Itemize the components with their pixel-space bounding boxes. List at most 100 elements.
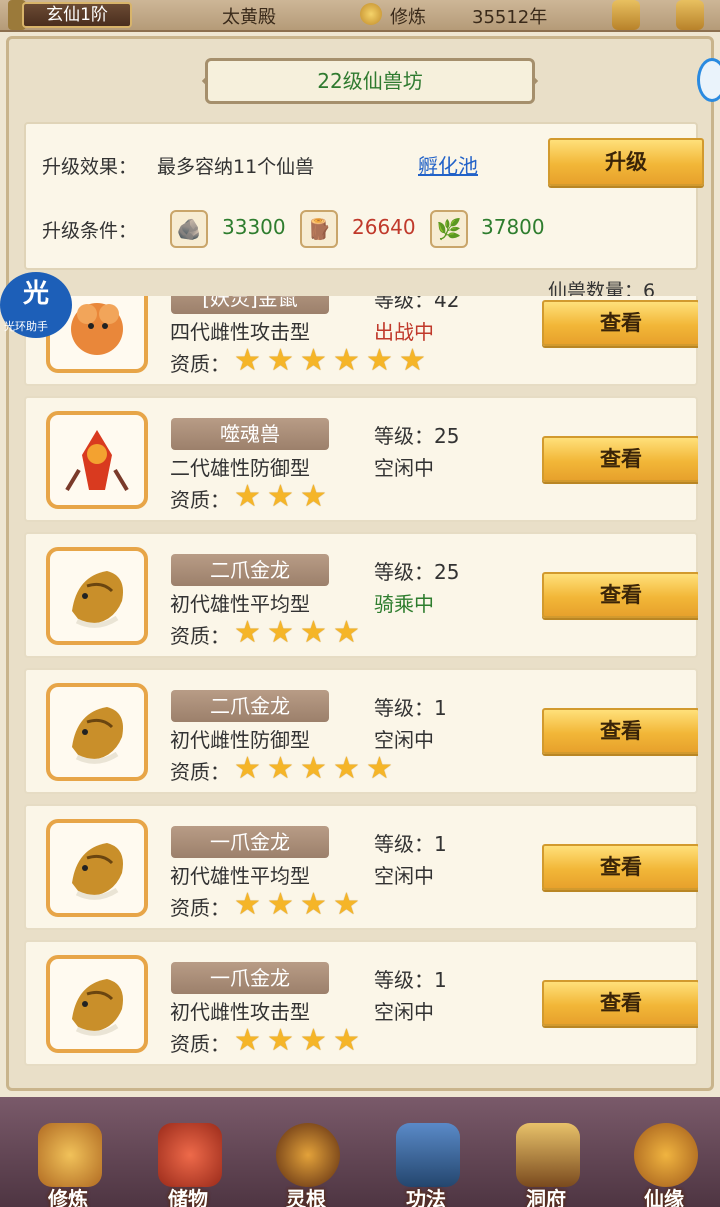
rank-badge: 玄仙1阶: [22, 2, 132, 28]
quality-label: 资质：: [170, 488, 230, 512]
nav-spirit-root[interactable]: 灵根: [256, 1101, 356, 1207]
quality-stars: ★ ★ ★ ★: [234, 1026, 366, 1056]
star-icon: ★: [234, 343, 261, 378]
star-icon: ★: [234, 1023, 261, 1058]
beast-name: [妖灵]金鼠: [171, 296, 329, 314]
herb-icon: 🌿: [430, 210, 468, 248]
bottom-navigation: 修炼 储物 灵根 功法 洞府 仙缘: [0, 1097, 720, 1207]
palace-icon: [516, 1123, 580, 1187]
stone-icon: 🪨: [170, 210, 208, 248]
beast-card: 二爪金龙 等级：1 初代雌性防御型 空闲中 资质： ★ ★ ★ ★ ★ 查看: [24, 668, 698, 794]
upgrade-effect-label: 升级效果：: [42, 156, 138, 178]
quality-label: 资质：: [170, 624, 230, 648]
spirit-root-icon: [276, 1123, 340, 1187]
monk-icon: [38, 1123, 102, 1187]
cultivation-icon: [360, 3, 382, 25]
star-icon: ★: [300, 479, 327, 514]
nav-skills[interactable]: 功法: [376, 1101, 476, 1207]
star-icon: ★: [234, 479, 261, 514]
star-icon: ★: [267, 1023, 294, 1058]
beast-level: 等级：1: [374, 696, 447, 720]
golden-dragon-icon: [46, 819, 148, 917]
beast-status: 空闲中: [374, 864, 434, 888]
beast-level: 等级：25: [374, 424, 460, 448]
beast-name: 二爪金龙: [171, 554, 329, 586]
gourd-icon: [634, 1123, 698, 1187]
view-button[interactable]: 查看: [542, 980, 698, 1026]
beast-description: 初代雌性防御型: [170, 728, 310, 752]
nav-cave-mansion[interactable]: 洞府: [496, 1101, 596, 1207]
beast-card: 噬魂兽 等级：25 二代雄性防御型 空闲中 资质： ★ ★ ★ 查看: [24, 396, 698, 522]
beast-card: 一爪金龙 等级：1 初代雌性攻击型 空闲中 资质： ★ ★ ★ ★ 查看: [24, 940, 698, 1066]
bag-icon: [158, 1123, 222, 1187]
beast-card: 二爪金龙 等级：25 初代雄性平均型 骑乘中 资质： ★ ★ ★ ★ 查看: [24, 532, 698, 658]
wood-icon: 🪵: [300, 210, 338, 248]
star-icon: ★: [300, 615, 327, 650]
beast-description: 初代雌性攻击型: [170, 1000, 310, 1024]
beast-status: 空闲中: [374, 1000, 434, 1024]
book-icon: [396, 1123, 460, 1187]
star-icon: ★: [366, 343, 393, 378]
star-icon: ★: [234, 751, 261, 786]
beast-description: 四代雌性攻击型: [170, 320, 310, 344]
nav-cultivate[interactable]: 修炼: [18, 1101, 118, 1207]
beast-status: 出战中: [374, 320, 434, 344]
beast-name: 一爪金龙: [171, 962, 329, 994]
quality-stars: ★ ★ ★ ★ ★: [234, 754, 399, 784]
quality-label: 资质：: [170, 1032, 230, 1056]
star-icon: ★: [333, 751, 360, 786]
nav-label: 功法: [406, 1187, 446, 1207]
view-button[interactable]: 查看: [542, 572, 698, 618]
star-icon: ★: [333, 887, 360, 922]
beast-level: 等级：1: [374, 968, 447, 992]
beast-description: 二代雄性防御型: [170, 456, 310, 480]
beast-status: 骑乘中: [374, 592, 434, 616]
beast-status: 空闲中: [374, 728, 434, 752]
lantern-icon: [612, 0, 640, 30]
star-icon: ★: [366, 751, 393, 786]
star-icon: ★: [267, 751, 294, 786]
beast-list[interactable]: [妖灵]金鼠 等级：42 四代雌性攻击型 出战中 资质： ★ ★ ★ ★ ★ ★ 查看 噬…: [24, 296, 698, 1081]
nav-immortal-fate[interactable]: 仙缘: [614, 1101, 714, 1207]
nav-storage[interactable]: 储物: [138, 1101, 238, 1207]
nav-label: 洞府: [526, 1187, 566, 1207]
star-icon: ★: [333, 615, 360, 650]
herb-cost: 37800: [481, 215, 545, 239]
star-icon: ★: [234, 887, 261, 922]
nav-label: 修炼: [48, 1187, 88, 1207]
view-button[interactable]: 查看: [542, 300, 698, 346]
star-icon: ★: [267, 887, 294, 922]
cultivation-label: 修炼: [390, 7, 426, 28]
star-icon: ★: [267, 479, 294, 514]
star-icon: ★: [234, 615, 261, 650]
view-button[interactable]: 查看: [542, 436, 698, 482]
cultivation-years: 35512年: [472, 7, 548, 28]
side-menu-icon[interactable]: [697, 58, 720, 102]
assistant-watermark-label: 光环助手: [4, 320, 48, 333]
nav-label: 储物: [168, 1187, 208, 1207]
quality-stars: ★ ★ ★ ★: [234, 890, 366, 920]
beast-card: 一爪金龙 等级：1 初代雄性平均型 空闲中 资质： ★ ★ ★ ★ 查看: [24, 804, 698, 930]
golden-dragon-icon: [46, 547, 148, 645]
lantern-icon: [676, 0, 704, 30]
star-icon: ★: [267, 343, 294, 378]
nav-label: 灵根: [286, 1187, 326, 1207]
beast-description: 初代雄性平均型: [170, 592, 310, 616]
soul-beast-icon: [46, 411, 148, 509]
stone-cost: 33300: [222, 215, 286, 239]
quality-stars: ★ ★ ★: [234, 482, 333, 512]
star-icon: ★: [333, 343, 360, 378]
beast-description: 初代雄性平均型: [170, 864, 310, 888]
beast-level: 等级：25: [374, 560, 460, 584]
view-button[interactable]: 查看: [542, 708, 698, 754]
hatch-pool-link[interactable]: 孵化池: [418, 150, 478, 179]
upgrade-button[interactable]: 升级: [548, 138, 704, 186]
beast-card: [妖灵]金鼠 等级：42 四代雌性攻击型 出战中 资质： ★ ★ ★ ★ ★ ★ 查看: [24, 296, 698, 386]
beast-name: 一爪金龙: [171, 826, 329, 858]
star-icon: ★: [300, 343, 327, 378]
beast-level: 等级：1: [374, 832, 447, 856]
page-title: 22级仙兽坊: [205, 58, 535, 104]
upgrade-effect-text: 最多容纳11个仙兽: [157, 156, 315, 178]
star-icon: ★: [300, 1023, 327, 1058]
view-button[interactable]: 查看: [542, 844, 698, 890]
